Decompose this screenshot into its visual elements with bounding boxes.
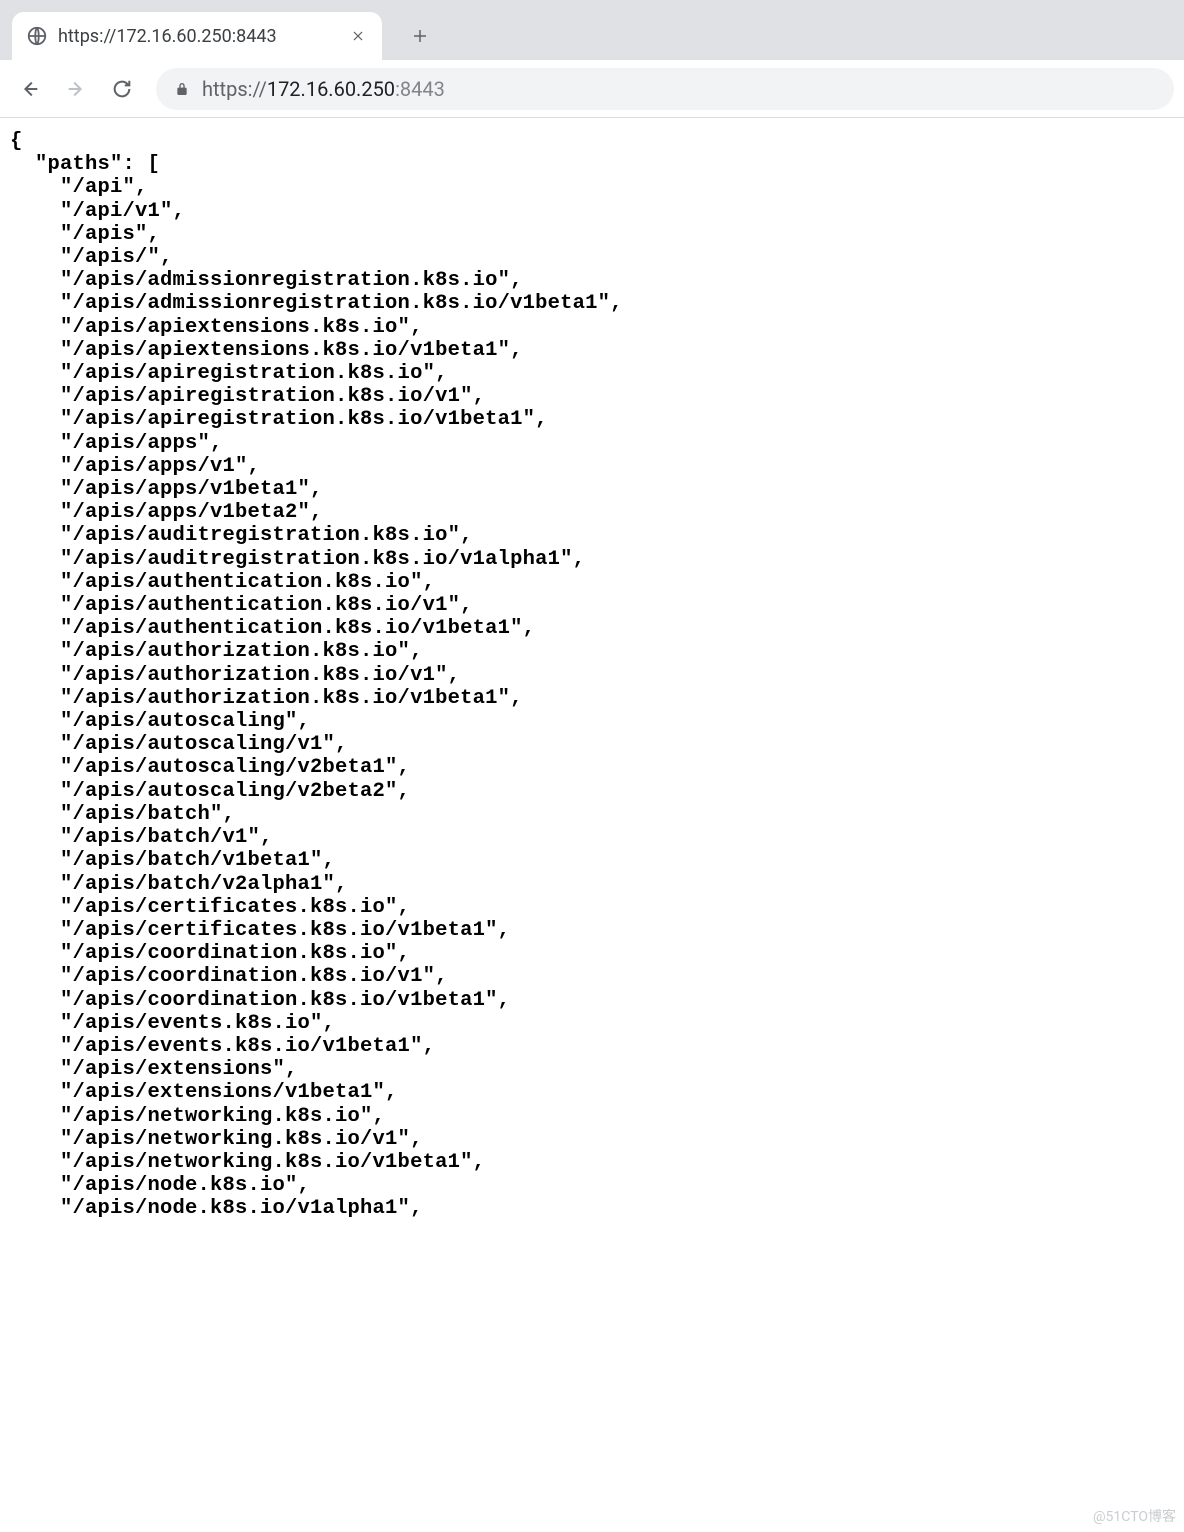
url-port: :8443	[395, 77, 445, 101]
new-tab-button[interactable]	[400, 16, 440, 56]
forward-button[interactable]	[56, 69, 96, 109]
address-bar[interactable]: https://172.16.60.250:8443	[156, 68, 1174, 110]
globe-icon	[26, 25, 48, 47]
tab-strip: https://172.16.60.250:8443	[0, 0, 1184, 60]
url-text: https://172.16.60.250:8443	[202, 77, 445, 101]
reload-button[interactable]	[102, 69, 142, 109]
toolbar: https://172.16.60.250:8443	[0, 60, 1184, 118]
json-response-body: { "paths": [ "/api", "/api/v1", "/apis",…	[0, 118, 1184, 1233]
tab-title: https://172.16.60.250:8443	[58, 26, 338, 47]
browser-tab[interactable]: https://172.16.60.250:8443	[12, 12, 382, 60]
watermark: @51CTO博客	[1093, 1506, 1176, 1526]
lock-icon	[174, 81, 190, 97]
browser-chrome: https://172.16.60.250:8443 https://172.1…	[0, 0, 1184, 118]
back-button[interactable]	[10, 69, 50, 109]
url-host: 172.16.60.250	[267, 77, 395, 101]
close-icon[interactable]	[348, 26, 368, 46]
url-protocol: https://	[202, 77, 267, 101]
